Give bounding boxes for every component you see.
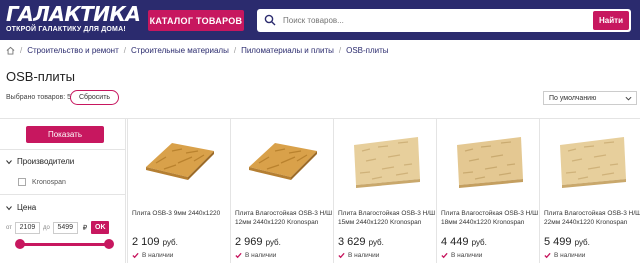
search-button[interactable]: Найти (593, 11, 629, 30)
product-name[interactable]: Плита Влагостойкая OSB-3 Н/Ш 18мм 2440х1… (441, 209, 539, 227)
stock-status: В наличии (235, 252, 276, 259)
product-price-currency: руб. (162, 238, 178, 247)
check-icon (132, 252, 139, 259)
price-from-input[interactable]: 2109 (14, 221, 40, 234)
price-range-row: от 2109 до 5499 ₽ OK (6, 221, 110, 234)
product-image[interactable] (554, 127, 630, 191)
check-icon (235, 252, 242, 259)
stock-label: В наличии (554, 252, 586, 259)
breadcrumb-separator: / (233, 45, 237, 55)
filter-divider (0, 149, 126, 150)
chevron-down-icon (6, 159, 12, 164)
product-name[interactable]: Плита Влагостойкая OSB-3 Н/Ш 15мм 2440х1… (338, 209, 436, 227)
breadcrumb-item[interactable]: Строительство и ремонт (27, 46, 119, 55)
breadcrumb-separator: / (123, 45, 126, 55)
product-price-currency: руб. (574, 238, 590, 247)
home-icon[interactable] (6, 46, 15, 55)
show-button[interactable]: Показать (26, 126, 104, 143)
breadcrumb-separator: / (338, 45, 342, 55)
price-currency: ₽ (82, 224, 88, 232)
product-price-value: 4 449 (441, 236, 469, 248)
breadcrumb-separator: / (20, 45, 23, 55)
product-price: 3 629 руб. (338, 236, 384, 248)
price-from-label: от (6, 224, 12, 231)
product-name[interactable]: Плита Влагостойкая OSB-3 Н/Ш 22мм 2440х1… (544, 209, 640, 227)
product-image[interactable] (348, 127, 424, 191)
product-card[interactable]: Плита OSB-3 9мм 2440х1220 2 109 руб. В н… (127, 119, 229, 263)
product-price-value: 3 629 (338, 236, 366, 248)
manufacturer-option-label: Kronospan (32, 178, 66, 186)
manufacturer-checkbox[interactable] (18, 178, 26, 186)
site-logo[interactable]: ГАЛАКТИКА ОТКРОЙ ГАЛАКТИКУ ДЛЯ ДОМА! (6, 2, 141, 37)
filter-divider (0, 194, 126, 195)
stock-label: В наличии (142, 252, 174, 259)
stock-label: В наличии (245, 252, 277, 259)
logo-tagline: ОТКРОЙ ГАЛАКТИКУ ДЛЯ ДОМА! (6, 26, 126, 33)
product-price: 2 109 руб. (132, 236, 178, 248)
product-card[interactable]: Плита Влагостойкая OSB-3 Н/Ш 18мм 2440х1… (436, 119, 538, 263)
price-ok-button[interactable]: OK (91, 221, 110, 234)
logo-wordmark: ГАЛАКТИКА (6, 2, 141, 26)
product-price: 5 499 руб. (544, 236, 590, 248)
catalog-button[interactable]: КАТАЛОГ ТОВАРОВ (148, 10, 244, 31)
product-price-value: 5 499 (544, 236, 572, 248)
product-price-value: 2 109 (132, 236, 160, 248)
price-to-input[interactable]: 5499 (52, 221, 78, 234)
chevron-down-icon (625, 96, 632, 101)
site-header: ГАЛАКТИКА ОТКРОЙ ГАЛАКТИКУ ДЛЯ ДОМА! КАТ… (0, 0, 640, 40)
product-price: 2 969 руб. (235, 236, 281, 248)
product-price-currency: руб. (471, 238, 487, 247)
sort-select[interactable]: По умолчанию (543, 91, 637, 105)
stock-label: В наличии (451, 252, 483, 259)
search-input[interactable] (283, 13, 533, 28)
check-icon (544, 252, 551, 259)
product-price-value: 2 969 (235, 236, 263, 248)
product-price-currency: руб. (265, 238, 281, 247)
stock-status: В наличии (441, 252, 482, 259)
product-card[interactable]: Плита Влагостойкая OSB-3 Н/Ш 12мм 2440х1… (230, 119, 332, 263)
price-slider-max-handle[interactable] (104, 239, 114, 249)
check-icon (338, 252, 345, 259)
reset-button[interactable]: Сбросить (70, 90, 119, 105)
price-slider-track[interactable] (20, 243, 110, 246)
product-name[interactable]: Плита OSB-3 9мм 2440х1220 (132, 209, 230, 218)
product-price: 4 449 руб. (441, 236, 487, 248)
sort-value: По умолчанию (549, 94, 597, 102)
stock-label: В наличии (348, 252, 380, 259)
product-name[interactable]: Плита Влагостойкая OSB-3 Н/Ш 12мм 2440х1… (235, 209, 333, 227)
manufacturer-option[interactable]: Kronospan (18, 178, 66, 186)
search-icon (264, 14, 276, 26)
manufacturers-toggle[interactable]: Производители (6, 157, 74, 166)
price-label: Цена (17, 203, 37, 212)
manufacturers-label: Производители (17, 157, 75, 166)
product-image[interactable] (451, 127, 527, 191)
product-price-currency: руб. (368, 238, 384, 247)
filter-sidebar: Показать Производители Kronospan Цена от… (0, 119, 126, 263)
page-title: OSB-плиты (6, 69, 75, 84)
breadcrumb-current: OSB-плиты (346, 45, 389, 55)
price-to-label: до (42, 224, 50, 231)
product-image[interactable] (245, 127, 321, 191)
price-toggle[interactable]: Цена (6, 203, 36, 212)
stock-status: В наличии (132, 252, 173, 259)
search-bar: Найти (257, 9, 631, 32)
product-card[interactable]: Плита Влагостойкая OSB-3 Н/Ш 15мм 2440х1… (333, 119, 435, 263)
product-image[interactable] (142, 127, 218, 191)
breadcrumb-item[interactable]: Пиломатериалы и плиты (241, 46, 334, 55)
breadcrumb: / Строительство и ремонт / Строительные … (6, 44, 389, 56)
stock-status: В наличии (338, 252, 379, 259)
price-slider-min-handle[interactable] (15, 239, 25, 249)
product-card[interactable]: Плита Влагостойкая OSB-3 Н/Ш 22мм 2440х1… (539, 119, 640, 263)
breadcrumb-item[interactable]: Строительные материалы (131, 46, 229, 55)
chevron-down-icon (6, 205, 12, 210)
check-icon (441, 252, 448, 259)
stock-status: В наличии (544, 252, 585, 259)
selected-count: Выбрано товаров: 5 (6, 94, 72, 101)
